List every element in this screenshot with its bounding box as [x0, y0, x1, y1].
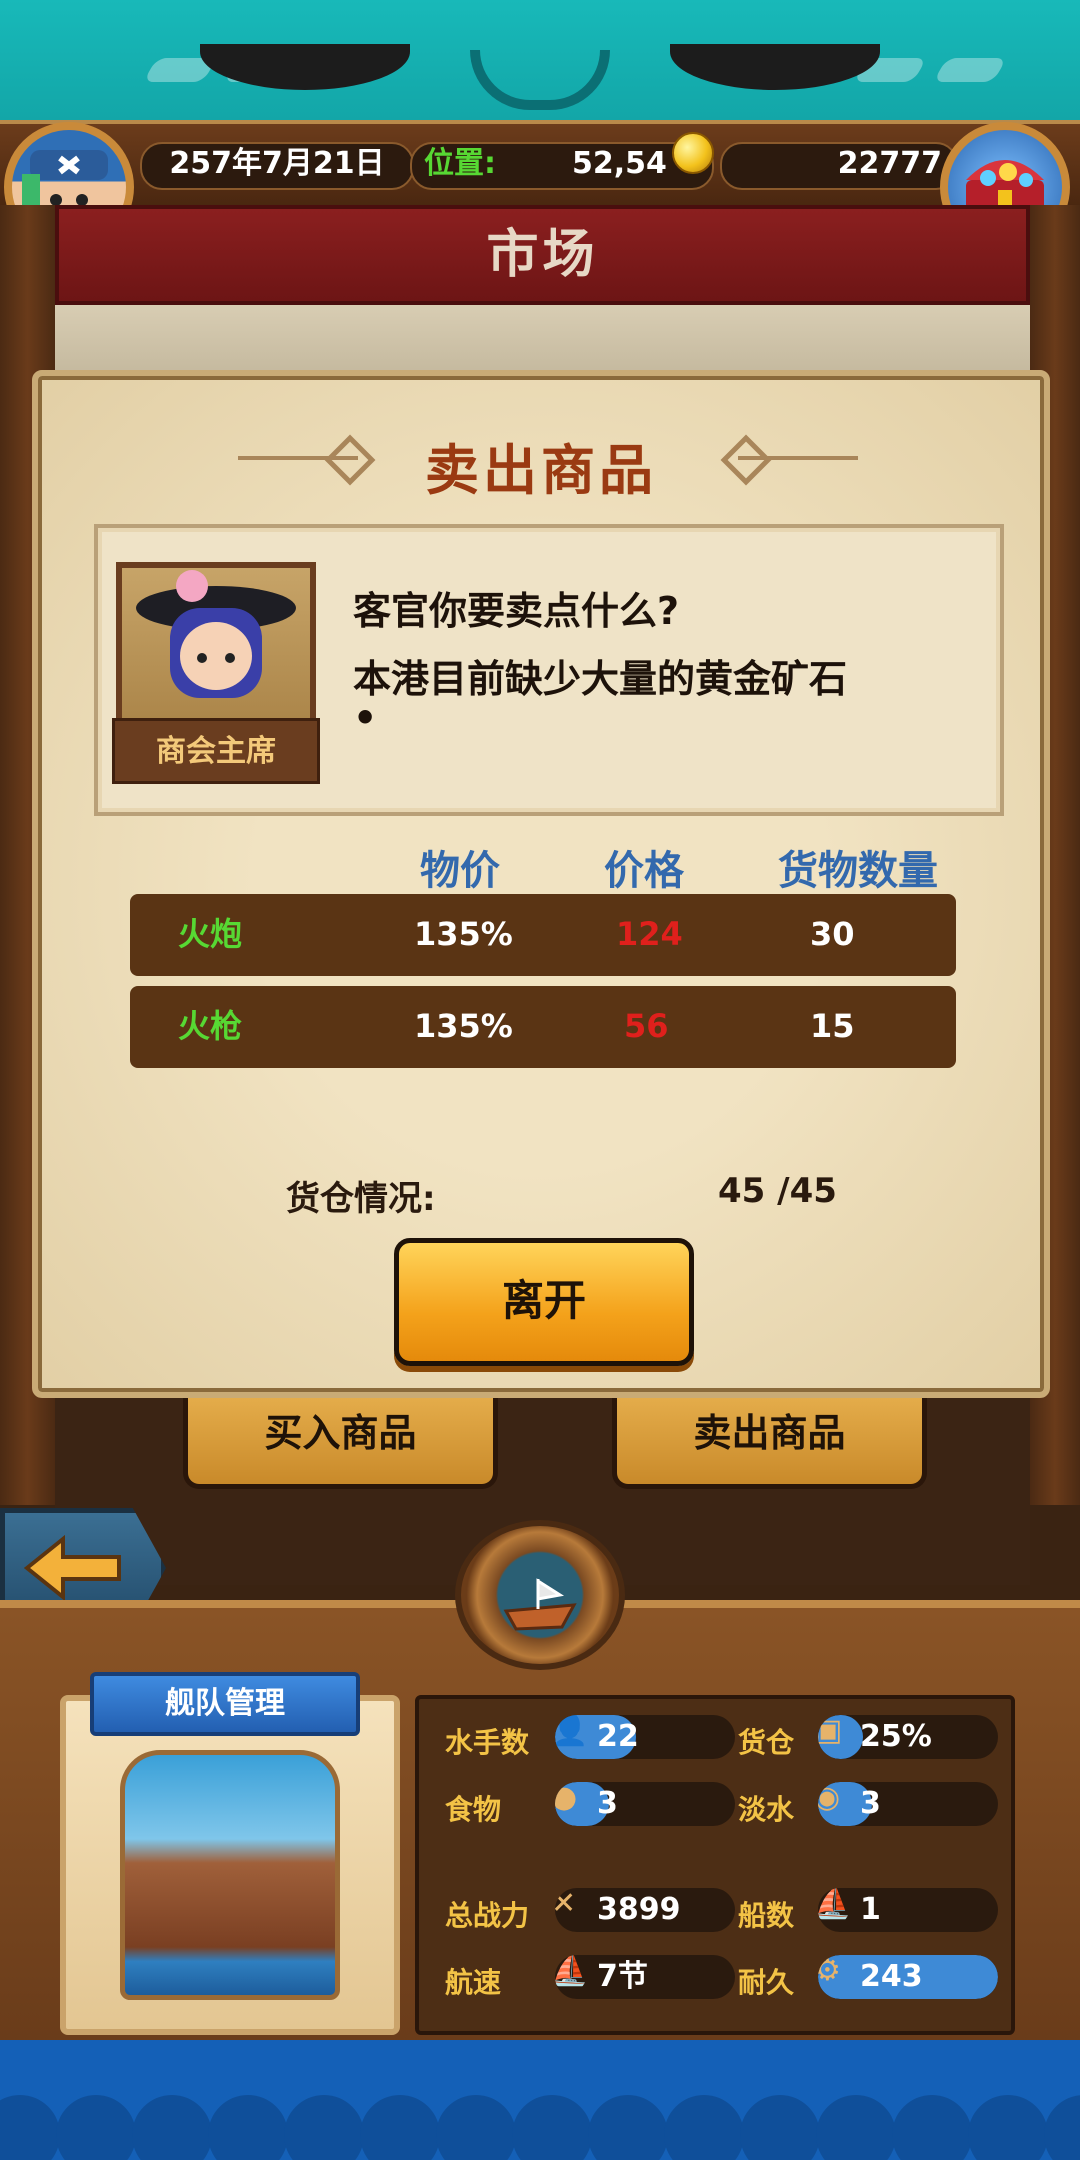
title-ornament-left [238, 456, 358, 460]
stat-value: 3899 [597, 1892, 681, 1927]
leave-button[interactable]: 离开 [394, 1238, 694, 1366]
stat-value: 25% [860, 1719, 932, 1754]
sell-dialog: 卖出商品 商会主席 客官你要卖点什么? 本港目前缺少大量的黄金矿石 • 物价 价… [32, 370, 1050, 1398]
wave-decoration [436, 2095, 516, 2160]
arrow-left-icon [23, 1534, 121, 1602]
goods-row[interactable]: 火炮 135% 124 30 [130, 894, 956, 976]
wave-decoration [968, 2095, 1048, 2160]
stat-label: 航速 [445, 1966, 502, 1999]
wave-decoration [56, 2095, 136, 2160]
npc-message-box: 商会主席 客官你要卖点什么? 本港目前缺少大量的黄金矿石 • [94, 524, 1004, 816]
stat-bar: ● 3 [555, 1782, 735, 1826]
title-ornament-right [738, 456, 858, 460]
npc-line-3: • [353, 696, 378, 740]
npc-line-1: 客官你要卖点什么? [353, 589, 680, 633]
wave-decoration [588, 2095, 668, 2160]
column-header-quantity: 货物数量 [778, 848, 938, 894]
stat-label: 耐久 [738, 1966, 795, 1999]
stat-value: 1 [860, 1892, 881, 1927]
npc-line-2: 本港目前缺少大量的黄金矿石 [353, 657, 848, 701]
buy-goods-button[interactable]: 买入商品 [183, 1388, 498, 1489]
wave-decoration [132, 2095, 212, 2160]
dialog-title: 卖出商品 [425, 439, 657, 502]
crate-icon: ▣ [818, 1715, 843, 1748]
wave-decoration [208, 2095, 288, 2160]
fleet-management-title[interactable]: 舰队管理 [90, 1672, 360, 1736]
cargo-label: 货仓情况: [286, 1179, 436, 1219]
wave-decoration [512, 2095, 592, 2160]
stat-bar: ⛵ 1 [818, 1888, 998, 1932]
meat-icon: ● [555, 1782, 578, 1815]
cargo-value: 45 /45 [718, 1171, 837, 1211]
stat-value: 3 [597, 1786, 618, 1821]
stat-label: 总战力 [445, 1899, 530, 1932]
stat-label: 食物 [445, 1793, 502, 1826]
position-label: 位置: [424, 146, 496, 181]
stat-bar: ✕ 3899 [555, 1888, 735, 1932]
ship-icon: ⛵ [818, 1888, 852, 1921]
ship-image[interactable] [120, 1750, 340, 2000]
sailor-icon: 👤 [555, 1715, 589, 1748]
stat-bar: ▣ 25% [818, 1715, 998, 1759]
wave-decoration [360, 2095, 440, 2160]
sail-icon: ⛵ [555, 1955, 589, 1988]
goods-price: 124 [616, 915, 683, 953]
gold-amount: 22777 [837, 146, 942, 181]
stat-bar: ◉ 3 [818, 1782, 998, 1826]
npc-character-icon [136, 570, 296, 698]
stat-label: 货仓 [738, 1726, 795, 1759]
goods-price-index: 135% [414, 1007, 513, 1045]
page-title: 市场 [55, 205, 1030, 305]
stat-label: 水手数 [445, 1726, 530, 1759]
goods-price: 56 [624, 1007, 669, 1045]
stat-value: 243 [860, 1959, 923, 1994]
goods-quantity: 30 [810, 915, 855, 953]
water-icon: ◉ [818, 1782, 841, 1815]
wave-decoration [740, 2095, 820, 2160]
goods-name: 火枪 [178, 1007, 243, 1045]
sell-goods-button[interactable]: 卖出商品 [612, 1388, 927, 1489]
stat-bar: ⚙ 243 [818, 1955, 998, 1999]
wave-decoration [1044, 2095, 1080, 2160]
coin-icon [672, 132, 714, 174]
date-text: 257年7月21日 [169, 146, 385, 181]
creature-mouth [470, 50, 610, 110]
goods-quantity: 15 [810, 1007, 855, 1045]
decor-stripe [933, 58, 1007, 82]
column-header-price-index: 物价 [420, 848, 500, 894]
date-pill: 257年7月21日 [140, 142, 414, 190]
goods-price-index: 135% [414, 915, 513, 953]
stat-bar: ⛵ 7节 [555, 1955, 735, 1999]
position-value: 52,54 [572, 146, 667, 181]
stat-label: 淡水 [738, 1793, 795, 1826]
wave-decoration [284, 2095, 364, 2160]
stat-value: 22 [597, 1719, 639, 1754]
creature-brow-left [200, 44, 410, 90]
boat-icon [503, 1578, 577, 1631]
status-header: 257年7月21日 位置: 52,54 22777 [0, 120, 1080, 210]
wave-decoration [892, 2095, 972, 2160]
npc-role-label: 商会主席 [112, 718, 320, 784]
swords-icon: ✕ [555, 1888, 577, 1921]
goods-name: 火炮 [178, 915, 243, 953]
stat-value: 7节 [597, 1959, 648, 1994]
durability-icon: ⚙ [818, 1955, 841, 1988]
gold-pill: 22777 [720, 142, 958, 190]
top-decoration [0, 0, 1080, 140]
column-header-price: 价格 [604, 848, 684, 894]
creature-brow-right [670, 44, 880, 90]
position-pill: 位置: 52,54 [410, 142, 714, 190]
stat-bar: 👤 22 [555, 1715, 735, 1759]
stat-label: 船数 [738, 1899, 795, 1932]
goods-row[interactable]: 火枪 135% 56 15 [130, 986, 956, 1068]
bottom-decoration [0, 2040, 1080, 2160]
stat-value: 3 [860, 1786, 881, 1821]
wave-decoration [664, 2095, 744, 2160]
wave-decoration [0, 2095, 60, 2160]
wave-decoration [816, 2095, 896, 2160]
